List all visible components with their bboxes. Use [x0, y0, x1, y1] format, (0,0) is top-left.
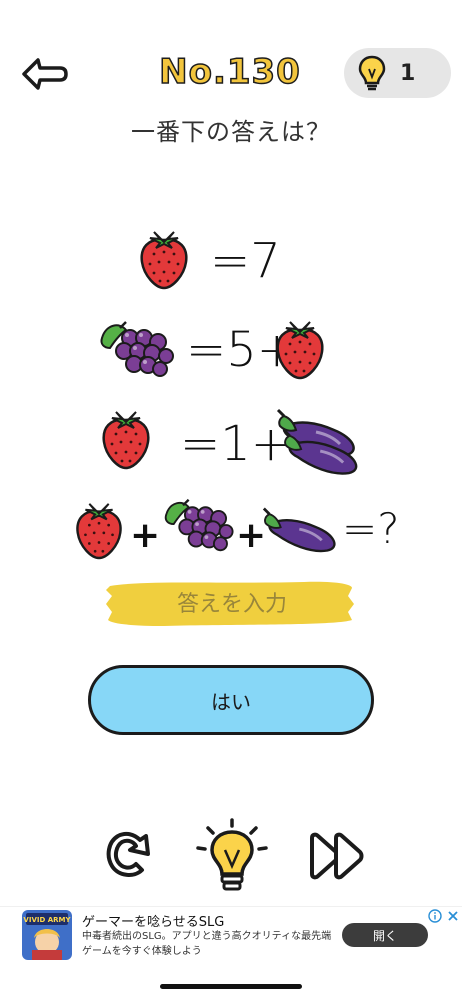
equation-1-rhs: =7 — [210, 233, 281, 289]
ad-open-button[interactable]: 開く — [342, 923, 428, 947]
home-indicator[interactable] — [160, 984, 302, 989]
answer-field[interactable] — [104, 578, 360, 630]
back-button[interactable] — [14, 50, 72, 98]
hint-count: 1 — [400, 60, 416, 86]
submit-button[interactable]: はい — [88, 665, 374, 735]
ad-title[interactable]: ゲーマーを唸らせるSLG — [82, 911, 224, 930]
skip-icon — [310, 832, 364, 880]
retry-icon — [106, 831, 150, 877]
skip-button[interactable] — [306, 830, 368, 882]
ad-thumbnail[interactable]: VIVID ARMY — [22, 910, 72, 960]
hint-counter-button[interactable]: 1 — [344, 48, 451, 98]
ad-description[interactable]: 中毒者続出のSLG。アプリと違う高クオリティな最先端ゲームを今すぐ体験しよう — [82, 929, 332, 959]
eggplant-icon — [262, 506, 346, 554]
strawberry-icon — [70, 496, 128, 562]
lightbulb-icon — [196, 818, 268, 891]
equation-4-rhs: =? — [342, 504, 400, 553]
ad-game-art-icon: VIVID ARMY — [22, 910, 72, 960]
plus-sign: + — [130, 515, 161, 556]
grapes-icon — [96, 318, 176, 380]
ad-info-icon[interactable] — [428, 909, 442, 923]
back-arrow-icon — [22, 58, 68, 90]
strawberry-icon — [270, 314, 330, 382]
equation-3-rhs: =1+ — [180, 416, 291, 472]
answer-input[interactable] — [104, 578, 360, 630]
strawberry-icon — [134, 225, 194, 291]
ad-thumb-logo: VIVID ARMY — [23, 916, 71, 924]
level-title: No.130 — [158, 51, 301, 93]
hint-bulb-button[interactable] — [194, 818, 270, 894]
lightbulb-icon — [358, 55, 386, 91]
strawberry-icon — [96, 404, 156, 472]
ad-close-icon[interactable] — [446, 909, 460, 923]
retry-button[interactable] — [100, 826, 156, 882]
ad-banner[interactable]: VIVID ARMY ゲーマーを唸らせるSLG 中毒者続出のSLG。アプリと違う… — [0, 906, 462, 963]
eggplant-icon — [282, 428, 368, 476]
question-text: 一番下の答えは？ — [131, 118, 331, 146]
grapes-icon — [160, 496, 236, 554]
